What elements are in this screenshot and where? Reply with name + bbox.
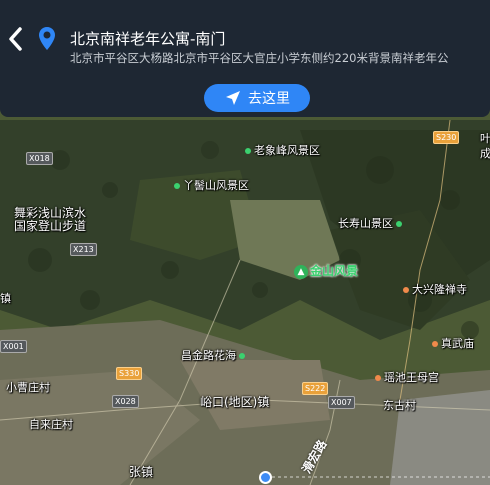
poi-dot-icon: [375, 375, 381, 381]
mountain-icon: ▲: [294, 264, 308, 279]
back-arrow-icon[interactable]: [6, 26, 26, 52]
poi-dot-icon: [239, 353, 245, 359]
road-x213: X213: [70, 243, 97, 256]
destination-title: 北京南祥老年公寓-南门: [70, 30, 226, 48]
navigate-arrow-icon: [226, 91, 240, 105]
destination-header: 北京南祥老年公寓-南门 北京市平谷区大杨路北京市平谷区大官庄小学东侧约220米背…: [0, 0, 490, 117]
go-here-button[interactable]: 去这里: [204, 84, 310, 112]
road-x001: X001: [0, 340, 27, 353]
poi-daxinglong[interactable]: 大兴隆禅寺: [403, 283, 467, 296]
poi-dot-icon: [396, 221, 402, 227]
poi-trail[interactable]: 国家登山步道: [14, 220, 86, 233]
poi-donggu[interactable]: 东古村: [383, 399, 416, 412]
poi-dot-icon: [245, 148, 251, 154]
poi-zhenwu[interactable]: 真武庙: [432, 337, 474, 350]
poi-edge-ye[interactable]: 叶: [480, 132, 490, 145]
poi-changjin[interactable]: 昌金路花海: [181, 349, 248, 362]
poi-laoxiangfeng[interactable]: 老象峰风景区: [245, 144, 320, 157]
poi-changshoushan[interactable]: 长寿山景区: [338, 217, 405, 230]
road-x007: X007: [328, 396, 355, 409]
poi-dot-icon: [403, 287, 409, 293]
destination-address: 北京市平谷区大杨路北京市平谷区大官庄小学东侧约220米背景南祥老年公: [70, 51, 449, 65]
poi-zhangzhen[interactable]: 张镇: [129, 466, 153, 479]
road-s330: S330: [116, 367, 143, 380]
poi-dot-icon: [174, 183, 180, 189]
poi-zhen-edge[interactable]: 镇: [0, 292, 11, 305]
road-s222: S222: [302, 382, 329, 395]
poi-yajishan[interactable]: 丫髻山风景区: [174, 179, 249, 192]
poi-yukou[interactable]: 峪口(地区)镇: [200, 396, 269, 409]
road-s230: S230: [433, 131, 460, 144]
location-pin-icon: [39, 27, 55, 50]
go-here-label: 去这里: [248, 91, 290, 107]
poi-yaochi[interactable]: 瑶池王母宫: [375, 371, 439, 384]
current-location-marker[interactable]: [259, 471, 272, 484]
poi-edge-cheng[interactable]: 成: [480, 147, 490, 160]
road-x018: X018: [26, 152, 53, 165]
poi-dot-icon: [432, 341, 438, 347]
poi-xiaocaozhuang[interactable]: 小曹庄村: [6, 381, 50, 394]
scenic-jinshan[interactable]: ▲ 金山风景: [294, 262, 358, 279]
poi-zilaizhuang[interactable]: 自来庄村: [29, 418, 73, 431]
road-x028: X028: [112, 395, 139, 408]
